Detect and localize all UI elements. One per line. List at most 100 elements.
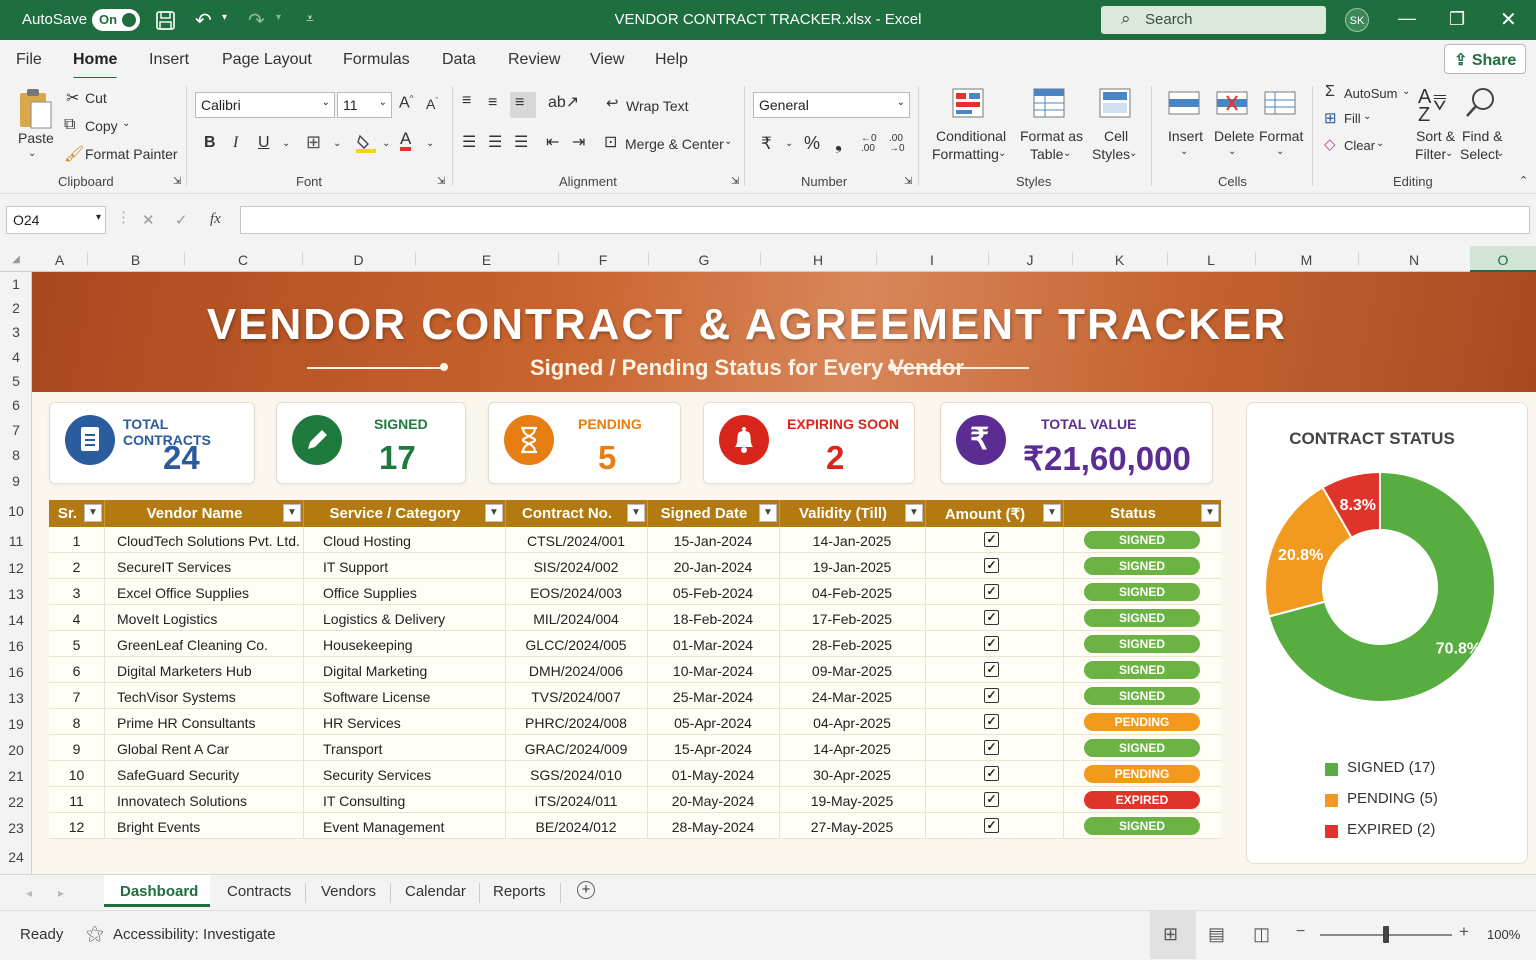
row-header[interactable]: 11: [0, 533, 32, 549]
amount-checkbox[interactable]: ✓: [984, 532, 999, 547]
insert-cells-button[interactable]: Insert: [1168, 128, 1203, 144]
align-right-icon[interactable]: ☰: [514, 132, 528, 152]
amount-checkbox[interactable]: ✓: [984, 584, 999, 599]
cancel-icon[interactable]: ✕: [142, 211, 155, 229]
filter-dropdown-icon[interactable]: ▼: [1201, 504, 1219, 522]
table-row[interactable]: 5 GreenLeaf Cleaning Co. Housekeeping GLCC/…: [49, 631, 1221, 657]
tab-calendar[interactable]: Calendar: [405, 883, 466, 900]
column-header-a[interactable]: A: [32, 252, 87, 268]
collapse-ribbon-icon[interactable]: ⌃: [1519, 174, 1528, 187]
copy-dropdown-icon[interactable]: ⌄: [122, 118, 130, 129]
redo-icon[interactable]: ↷: [248, 8, 265, 33]
table-row[interactable]: 10 SafeGuard Security Security Services SGS…: [49, 761, 1221, 787]
table-row[interactable]: 11 Innovatech Solutions IT Consulting ITS/2…: [49, 787, 1221, 813]
row-header[interactable]: 14: [0, 612, 32, 628]
select-all-icon[interactable]: ◢: [0, 254, 32, 265]
table-row[interactable]: 2 SecureIT Services IT Support SIS/2024/002…: [49, 553, 1221, 579]
find-select-button[interactable]: Find &: [1462, 128, 1502, 144]
insert-function-icon[interactable]: fx: [210, 211, 221, 228]
amount-checkbox[interactable]: ✓: [984, 818, 999, 833]
comma-style-icon[interactable]: ❟: [835, 133, 842, 154]
paste-dropdown-icon[interactable]: ⌄: [28, 148, 36, 159]
minimize-icon[interactable]: —: [1398, 8, 1416, 29]
row-header[interactable]: 16: [0, 638, 32, 654]
align-bottom-icon[interactable]: ≡: [510, 92, 536, 118]
page-layout-view-icon[interactable]: ▤: [1208, 924, 1225, 945]
fill-color-icon[interactable]: [356, 132, 376, 154]
column-header-n[interactable]: N: [1358, 252, 1470, 268]
borders-icon[interactable]: ⊞: [306, 132, 321, 153]
filter-dropdown-icon[interactable]: ▼: [905, 504, 923, 522]
number-launcher-icon[interactable]: ⇲: [904, 176, 912, 187]
clear-button[interactable]: Clear: [1344, 138, 1375, 153]
customize-toolbar-icon[interactable]: ⩡: [306, 10, 314, 27]
restore-icon[interactable]: ❐: [1449, 9, 1465, 30]
row-header[interactable]: 13: [0, 586, 32, 602]
tab-help[interactable]: Help: [655, 51, 688, 69]
font-color-dropdown-icon[interactable]: ⌄: [426, 138, 434, 149]
column-header-d[interactable]: D: [302, 252, 415, 268]
alignment-launcher-icon[interactable]: ⇲: [731, 176, 739, 187]
undo-dropdown-icon[interactable]: ▾: [222, 12, 227, 23]
decrease-font-icon[interactable]: Aˇ: [426, 96, 438, 112]
tab-data[interactable]: Data: [442, 51, 476, 69]
row-header[interactable]: 5: [0, 373, 32, 389]
tab-home[interactable]: Home: [73, 51, 118, 80]
worksheet[interactable]: VENDOR CONTRACT & AGREEMENT TRACKER Sign…: [32, 272, 1536, 874]
filter-dropdown-icon[interactable]: ▼: [1043, 504, 1061, 522]
zoom-out-icon[interactable]: −: [1296, 923, 1305, 941]
row-header[interactable]: 2: [0, 300, 32, 316]
column-header-l[interactable]: L: [1167, 252, 1255, 268]
tab-vendors[interactable]: Vendors: [321, 883, 376, 900]
wrap-text-icon[interactable]: ↩: [606, 94, 619, 112]
tab-contracts[interactable]: Contracts: [227, 883, 291, 900]
increase-decimal-icon[interactable]: ←0.00: [861, 134, 877, 154]
undo-icon[interactable]: ↶: [195, 8, 212, 33]
increase-indent-icon[interactable]: ⇥: [572, 132, 585, 152]
wrap-text-button[interactable]: Wrap Text: [626, 98, 689, 114]
filter-dropdown-icon[interactable]: ▼: [485, 504, 503, 522]
row-header[interactable]: 4: [0, 349, 32, 365]
avatar[interactable]: SK: [1345, 8, 1369, 32]
row-header[interactable]: 16: [0, 664, 32, 680]
column-header-j[interactable]: J: [988, 252, 1072, 268]
column-header-g[interactable]: G: [648, 252, 760, 268]
autosum-icon[interactable]: Σ: [1325, 83, 1335, 101]
enter-icon[interactable]: ✓: [175, 211, 188, 229]
zoom-slider-handle[interactable]: [1383, 926, 1389, 943]
column-header-m[interactable]: M: [1255, 252, 1358, 268]
add-sheet-icon[interactable]: +: [577, 881, 595, 899]
amount-checkbox[interactable]: ✓: [984, 688, 999, 703]
row-header[interactable]: 7: [0, 422, 32, 438]
column-header-h[interactable]: H: [760, 252, 876, 268]
tab-file[interactable]: File: [16, 51, 42, 69]
column-header-o[interactable]: O: [1470, 246, 1536, 272]
row-header[interactable]: 1: [0, 276, 32, 292]
row-header[interactable]: 21: [0, 768, 32, 784]
increase-font-icon[interactable]: A^: [399, 94, 413, 112]
currency-dropdown-icon[interactable]: ⌄: [785, 138, 793, 149]
contract-status-chart[interactable]: CONTRACT STATUS 70.8% 20.8% 8.3% SIGNED (1…: [1246, 402, 1528, 864]
close-icon[interactable]: ✕: [1500, 7, 1517, 32]
decrease-decimal-icon[interactable]: .00 →0: [889, 134, 905, 154]
column-header-k[interactable]: K: [1072, 252, 1167, 268]
conditional-formatting-icon[interactable]: [952, 88, 984, 120]
tab-reports[interactable]: Reports: [493, 883, 546, 900]
amount-checkbox[interactable]: ✓: [984, 714, 999, 729]
fill-button[interactable]: Fill: [1344, 111, 1361, 126]
decrease-indent-icon[interactable]: ⇤: [546, 132, 559, 152]
table-row[interactable]: 1 CloudTech Solutions Pvt. Ltd. Cloud Host…: [49, 527, 1221, 553]
accessibility-status[interactable]: Accessibility: Investigate: [113, 926, 276, 943]
row-header[interactable]: 20: [0, 742, 32, 758]
table-row[interactable]: 3 Excel Office Supplies Office Supplies EOS…: [49, 579, 1221, 605]
percent-icon[interactable]: %: [804, 133, 820, 154]
name-box[interactable]: O24 ▾: [6, 206, 106, 234]
amount-checkbox[interactable]: ✓: [984, 740, 999, 755]
column-header-e[interactable]: E: [415, 252, 558, 268]
zoom-in-icon[interactable]: +: [1459, 922, 1469, 942]
paste-icon[interactable]: [18, 88, 52, 130]
format-as-table-button[interactable]: Format as: [1020, 128, 1083, 144]
format-painter-icon[interactable]: 🖌: [64, 144, 84, 164]
row-header[interactable]: 10: [0, 503, 32, 519]
tab-page-layout[interactable]: Page Layout: [222, 51, 312, 69]
